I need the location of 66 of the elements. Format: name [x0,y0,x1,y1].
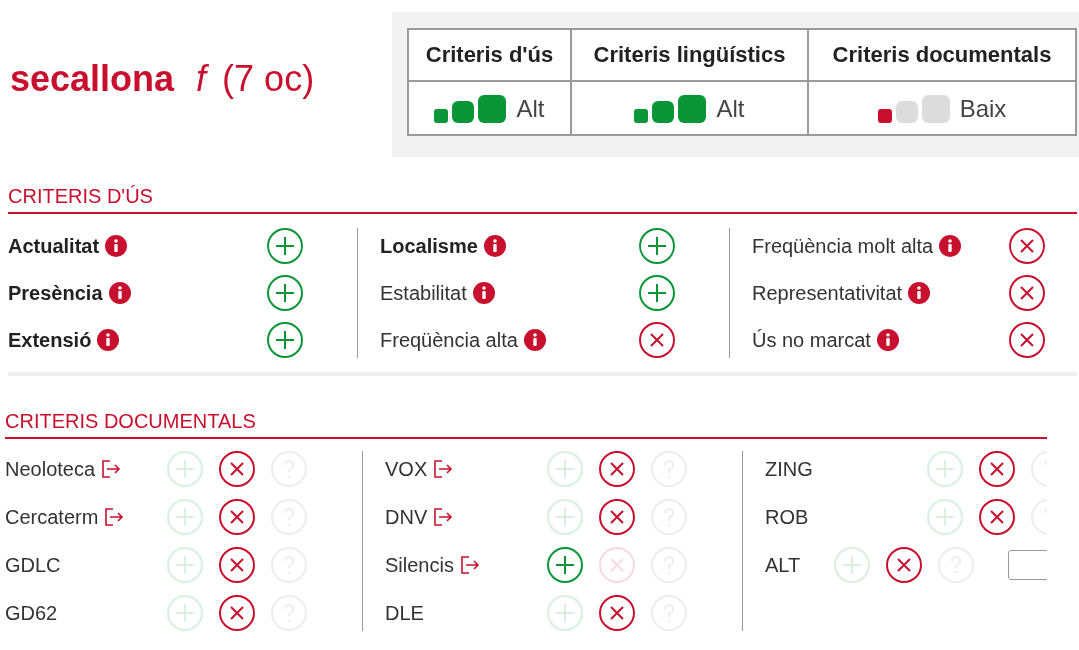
occurrence-count: (7 oc) [222,58,315,99]
headword: secallona [10,58,175,99]
close-circle-icon[interactable] [1009,228,1045,264]
criterion-label: Estabilitat [380,281,467,305]
criterion-label: Ús no marcat [752,328,871,352]
close-circle-icon[interactable] [979,451,1015,487]
column-header: Criteris documentals [808,29,1076,81]
source-label: GD62 [5,601,58,625]
source-label: GDLC [5,553,61,577]
info-icon[interactable] [97,329,120,351]
info-icon[interactable] [483,235,506,257]
plus-circle-icon[interactable] [267,322,303,358]
level-square [921,94,950,123]
source-label: Silencis [385,553,454,577]
info-icon[interactable] [908,282,931,304]
external-link-icon[interactable] [104,507,125,527]
close-circle-icon[interactable] [219,547,255,583]
source-label: DLE [385,601,424,625]
close-circle-icon[interactable] [979,499,1015,535]
gender-label: f [196,58,207,99]
rating-label: Alt [516,94,545,122]
plus-circle-icon[interactable] [267,228,303,264]
plus-circle-icon[interactable] [639,228,675,264]
info-icon[interactable] [472,282,495,304]
column-header: Criteris lingüístics [571,29,808,81]
info-icon[interactable] [108,282,131,304]
close-circle-icon[interactable] [599,499,635,535]
criterion-label: Extensió [8,328,92,352]
source-label: Neoloteca [5,457,96,481]
rating-label: Alt [716,94,745,122]
external-link-icon[interactable] [101,459,122,479]
criterion-label: Representativitat [752,281,903,305]
column-header: Criteris d'ús [408,29,571,81]
plus-circle-icon[interactable] [267,275,303,311]
criterion-label: Presència [8,281,103,305]
info-icon[interactable] [939,235,962,257]
source-label: ROB [765,505,809,529]
close-circle-icon[interactable] [599,451,635,487]
criterion-label: Actualitat [8,234,100,258]
rating-label: Baix [959,94,1007,122]
criterion-label: Freqüència molt alta [752,234,934,258]
close-circle-icon[interactable] [219,595,255,631]
close-circle-icon[interactable] [219,499,255,535]
close-circle-icon[interactable] [219,451,255,487]
plus-circle-icon[interactable] [547,547,583,583]
plus-circle-icon[interactable] [639,275,675,311]
section-heading: CRITERIS DOCUMENTALS [5,410,1047,439]
external-link-icon[interactable] [459,555,480,575]
close-circle-icon[interactable] [599,595,635,631]
source-label: ZING [765,457,813,481]
source-label: Cercaterm [5,505,99,529]
close-circle-icon[interactable] [1009,322,1045,358]
external-link-icon[interactable] [433,459,454,479]
info-icon[interactable] [105,235,128,257]
source-label: ALT [765,553,801,577]
info-icon[interactable] [523,329,546,351]
close-circle-icon[interactable] [886,547,922,583]
criterion-label: Freqüència alta [380,328,518,352]
close-circle-icon[interactable] [639,322,675,358]
info-icon[interactable] [876,329,899,351]
source-label: VOX [385,457,428,481]
external-link-icon[interactable] [433,507,454,527]
source-label: DNV [385,505,428,529]
section-heading: CRITERIS D'ÚS [8,185,1077,214]
criterion-label: Localisme [380,234,478,258]
close-circle-icon[interactable] [1009,275,1045,311]
